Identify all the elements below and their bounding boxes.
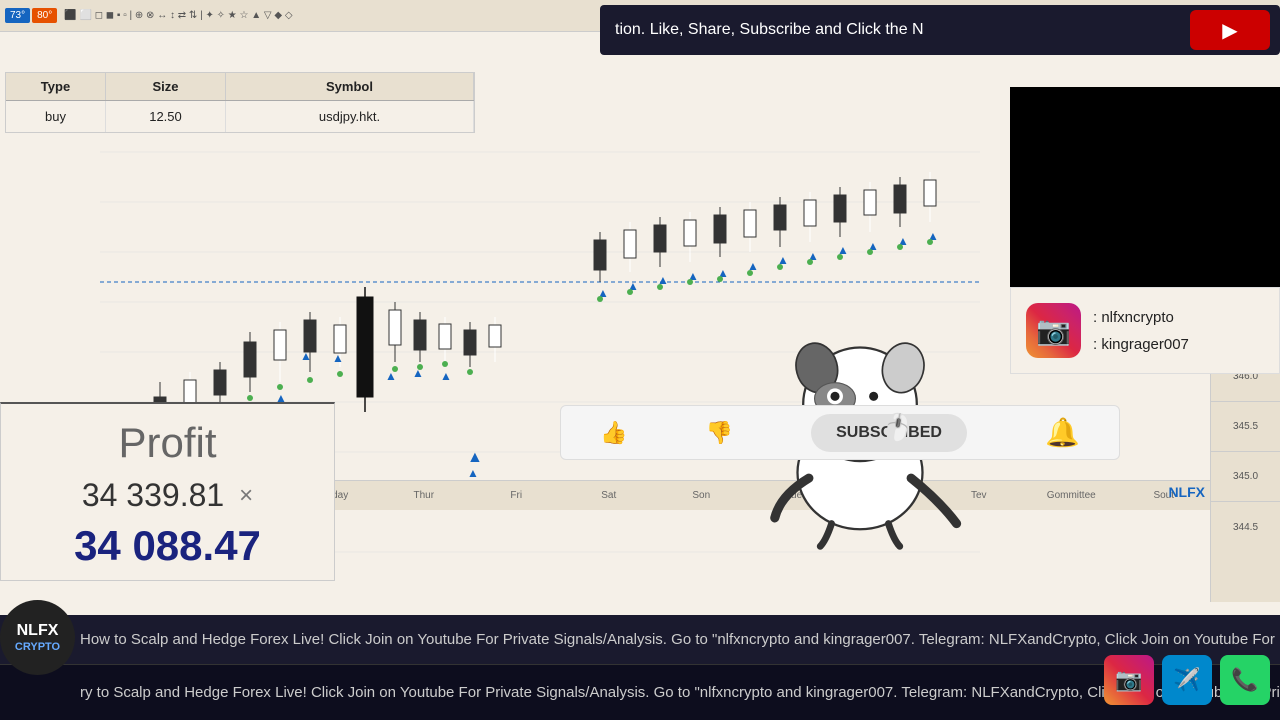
yt-interaction-bar: 👍 👎 SUBSCRIBED 🔔 <box>560 405 1120 460</box>
timeline-6: Sat <box>563 490 656 501</box>
bottom-ticker: How to Scalp and Hedge Forex Live! Click… <box>0 615 1280 720</box>
close-button[interactable]: × <box>239 482 253 510</box>
profit-value-row: 34 339.81 × <box>11 477 324 514</box>
trade-header: Type Size Symbol <box>6 73 474 101</box>
cursor-indicator: 🖱️ <box>877 409 917 448</box>
timeline-4: Thur <box>378 490 471 501</box>
instagram-panel: : nlfxncrypto : kingrager007 <box>1010 287 1280 374</box>
trade-info-panel: Type Size Symbol buy 12.50 usdjpy.hkt. <box>5 72 475 133</box>
nlfx-logo-text-2: CRYPTO <box>15 641 60 654</box>
youtube-logo-button[interactable] <box>1190 10 1270 50</box>
svg-text:▲: ▲ <box>440 369 452 383</box>
profit-panel: Profit 34 339.81 × 34 088.47 <box>0 402 335 581</box>
svg-text:▲: ▲ <box>332 351 344 365</box>
trade-row: buy 12.50 usdjpy.hkt. <box>6 101 474 132</box>
ticker-text-1: How to Scalp and Hedge Forex Live! Click… <box>0 631 1280 648</box>
symbol-header: Symbol <box>226 73 474 100</box>
profit-value-2: 34 088.47 <box>11 522 324 570</box>
whatsapp-button[interactable]: 📞 <box>1220 655 1270 705</box>
type-value: buy <box>6 101 106 132</box>
toolbar-controls: ⬛ ⬜ ◻ ◼ ▪ ▫ | ⊕ ⊗ ↔ ↕ ⇄ ⇅ | ✦ ✧ ★ ☆ ▲ ▽ … <box>64 10 292 21</box>
dislike-button[interactable]: 👎 <box>706 420 733 446</box>
top-toolbar: 73° 80° ⬛ ⬜ ◻ ◼ ▪ ▫ | ⊕ ⊗ ↔ ↕ ⇄ ⇅ | ✦ ✧ … <box>0 0 1280 32</box>
ticker-line-1: How to Scalp and Hedge Forex Live! Click… <box>0 615 1280 665</box>
price-9: 344.5 <box>1211 502 1280 552</box>
main-container: 73° 80° ⬛ ⬜ ◻ ◼ ▪ ▫ | ⊕ ⊗ ↔ ↕ ⇄ ⇅ | ✦ ✧ … <box>0 0 1280 720</box>
black-panel <box>1010 87 1280 287</box>
nlfx-chart-label: NLFX <box>1168 484 1205 500</box>
like-button[interactable]: 👍 <box>600 420 627 446</box>
size-value: 12.50 <box>106 101 226 132</box>
timeline-11: Gommittee <box>1025 490 1118 501</box>
val-box-2[interactable]: 80° <box>32 8 57 23</box>
ig-handle-2: : kingrager007 <box>1093 331 1189 358</box>
svg-text:▲: ▲ <box>300 349 312 363</box>
chart-area: Type Size Symbol buy 12.50 usdjpy.hkt. <box>0 32 1280 615</box>
svg-text:▲: ▲ <box>467 449 483 466</box>
social-icons: 📷 ✈️ 📞 <box>1104 655 1270 705</box>
instagram-logo <box>1026 303 1081 358</box>
instagram-button[interactable]: 📷 <box>1104 655 1154 705</box>
nlfx-logo: NLFX CRYPTO <box>0 600 75 675</box>
ticker-line-2: ry to Scalp and Hedge Forex Live! Click … <box>0 665 1280 720</box>
bell-icon[interactable]: 🔔 <box>1045 416 1080 449</box>
profit-label: Profit <box>11 419 324 467</box>
instagram-text: : nlfxncrypto : kingrager007 <box>1093 304 1189 358</box>
type-header: Type <box>6 73 106 100</box>
size-header: Size <box>106 73 226 100</box>
yt-notification-text: tion. Like, Share, Subscribe and Click t… <box>600 21 1190 39</box>
timeline-5: Fri <box>470 490 563 501</box>
symbol-value: usdjpy.hkt. <box>226 101 474 132</box>
price-7: 345.5 <box>1211 402 1280 452</box>
ig-handle-1: : nlfxncrypto <box>1093 304 1189 331</box>
profit-value-1: 34 339.81 <box>82 477 224 514</box>
ticker-text-2: ry to Scalp and Hedge Forex Live! Click … <box>0 684 1280 701</box>
price-8: 345.0 <box>1211 452 1280 502</box>
toolbar-icons: 73° 80° ⬛ ⬜ ◻ ◼ ▪ ▫ | ⊕ ⊗ ↔ ↕ ⇄ ⇅ | ✦ ✧ … <box>0 8 298 23</box>
telegram-button[interactable]: ✈️ <box>1162 655 1212 705</box>
svg-text:▲: ▲ <box>467 466 479 480</box>
yt-notification-bar: tion. Like, Share, Subscribe and Click t… <box>600 5 1280 55</box>
val-box-1[interactable]: 73° <box>5 8 30 23</box>
nlfx-logo-text-1: NLFX <box>17 621 59 640</box>
